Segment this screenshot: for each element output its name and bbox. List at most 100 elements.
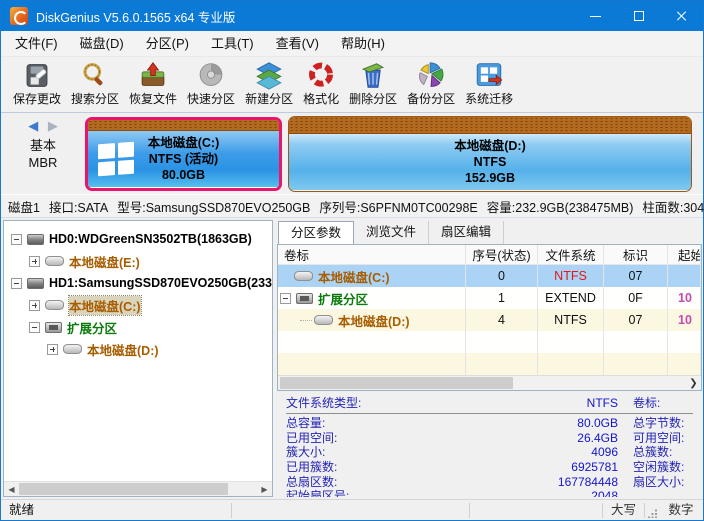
next-disk-arrow-icon[interactable]: ▶ bbox=[48, 118, 58, 133]
disk-serial: 序列号:S6PFNM0TC00298E bbox=[319, 197, 477, 216]
cell-filesystem: NTFS bbox=[538, 309, 604, 331]
maximize-icon bbox=[634, 11, 644, 21]
tree-item-label: 本地磁盘(E:) bbox=[69, 252, 140, 271]
disk-number: 磁盘1 bbox=[8, 197, 40, 216]
column-header-filesystem[interactable]: 文件系统 bbox=[538, 245, 604, 264]
partition-name: 本地磁盘(D:) bbox=[289, 138, 691, 154]
menu-help[interactable]: 帮助(H) bbox=[330, 31, 396, 56]
toolbar-button-label: 格式化 bbox=[303, 90, 339, 107]
detail-label: 簇大小: bbox=[286, 445, 325, 460]
column-header-volume[interactable]: 卷标 bbox=[278, 245, 466, 264]
toolbar-button-label: 恢复文件 bbox=[129, 90, 177, 107]
table-horizontal-scrollbar[interactable]: ❯ bbox=[278, 375, 701, 390]
partition-type-bar bbox=[289, 117, 691, 134]
disk-map-nav: ◀ ▶ 基本 MBR bbox=[1, 113, 85, 194]
tree-item-extended-partition[interactable]: 扩展分区 bbox=[4, 316, 272, 338]
collapse-icon[interactable] bbox=[11, 278, 22, 289]
partition-block-d[interactable]: 本地磁盘(D:) NTFS 152.9GB bbox=[288, 116, 692, 192]
cell-filesystem: NTFS bbox=[538, 265, 604, 287]
toolbar-button-quick-partition[interactable]: 快速分区 bbox=[182, 61, 240, 107]
title-bar: DiskGenius V5.6.0.1565 x64 专业版 bbox=[1, 1, 703, 31]
partition-table: 卷标 序号(状态) 文件系统 标识 起始柱面 本地磁盘(C:) 0 NTFS 0… bbox=[277, 244, 702, 391]
table-row-empty bbox=[278, 331, 701, 353]
volume-icon bbox=[45, 300, 64, 310]
disk-map: ◀ ▶ 基本 MBR 本地磁盘(C:) NTFS (活动) 80.0GB 本地磁… bbox=[1, 113, 703, 194]
detail-right-label: 卷标: bbox=[633, 396, 660, 412]
toolbar-button-label: 快速分区 bbox=[187, 90, 235, 107]
volume-icon bbox=[314, 315, 333, 325]
cell-volume: 本地磁盘(C:) bbox=[318, 267, 390, 286]
collapse-icon[interactable] bbox=[29, 322, 40, 333]
detail-label: 总扇区数: bbox=[286, 475, 337, 490]
toolbar-button-backup-partition[interactable]: 备份分区 bbox=[402, 61, 460, 107]
menu-tools[interactable]: 工具(T) bbox=[200, 31, 265, 56]
disk-info-bar: 磁盘1 接口:SATA 型号:SamsungSSD870EVO250GB 序列号… bbox=[1, 194, 703, 218]
column-header-start-cylinder[interactable]: 起始柱面 bbox=[668, 245, 701, 264]
hard-disk-icon bbox=[27, 234, 44, 245]
tree-item-hd0[interactable]: HD0:WDGreenSN3502TB(1863GB) bbox=[4, 228, 272, 250]
menu-disk[interactable]: 磁盘(D) bbox=[69, 31, 135, 56]
table-row-volume-d[interactable]: 本地磁盘(D:) 4 NTFS 07 10 bbox=[278, 309, 701, 331]
toolbar-button-new-partition[interactable]: 新建分区 bbox=[240, 61, 298, 107]
toolbar-button-delete-partition[interactable]: 删除分区 bbox=[344, 61, 402, 107]
toolbar-button-label: 备份分区 bbox=[407, 90, 455, 107]
disk-interface: 接口:SATA bbox=[49, 197, 108, 216]
tree-item-hd1[interactable]: HD1:SamsungSSD870EVO250GB(233GB) bbox=[4, 272, 272, 294]
tree-item-volume-e[interactable]: 本地磁盘(E:) bbox=[4, 250, 272, 272]
partition-block-c[interactable]: 本地磁盘(C:) NTFS (活动) 80.0GB bbox=[85, 117, 282, 191]
cell-volume: 本地磁盘(D:) bbox=[338, 311, 410, 330]
toolbar-button-system-migration[interactable]: 系统迁移 bbox=[460, 61, 518, 107]
toolbar-button-search-partition[interactable]: 搜索分区 bbox=[66, 61, 124, 107]
scroll-left-icon[interactable]: ◀ bbox=[4, 485, 19, 494]
scrollbar-thumb[interactable] bbox=[19, 483, 228, 495]
cell-volume: 扩展分区 bbox=[318, 289, 368, 308]
scroll-right-icon[interactable]: ▶ bbox=[257, 485, 272, 494]
window-title: DiskGenius V5.6.0.1565 x64 专业版 bbox=[36, 7, 574, 26]
quick-partition-icon bbox=[196, 61, 226, 90]
prev-disk-arrow-icon[interactable]: ◀ bbox=[28, 118, 38, 133]
table-row-extended-partition[interactable]: 扩展分区 1 EXTEND 0F 10 bbox=[278, 287, 701, 309]
expand-icon[interactable] bbox=[47, 344, 58, 355]
tree-item-volume-d[interactable]: 本地磁盘(D:) bbox=[4, 338, 272, 360]
expand-icon[interactable] bbox=[29, 256, 40, 267]
close-button[interactable] bbox=[660, 1, 703, 31]
collapse-icon[interactable] bbox=[11, 234, 22, 245]
detail-label: 已用簇数: bbox=[286, 460, 337, 475]
volume-icon bbox=[294, 271, 313, 281]
menu-partition[interactable]: 分区(P) bbox=[135, 31, 200, 56]
detail-right-label: 扇区大小: bbox=[633, 475, 684, 490]
expand-icon[interactable] bbox=[29, 300, 40, 311]
tab-browse-files[interactable]: 浏览文件 bbox=[354, 221, 429, 244]
detail-right-label: 空闲簇数: bbox=[633, 460, 684, 475]
maximize-button[interactable] bbox=[617, 1, 660, 31]
menu-view[interactable]: 查看(V) bbox=[265, 31, 330, 56]
menu-file[interactable]: 文件(F) bbox=[4, 31, 69, 56]
tree-item-volume-c[interactable]: 本地磁盘(C:) bbox=[4, 294, 272, 316]
toolbar-button-format[interactable]: 格式化 bbox=[298, 61, 344, 107]
scrollbar-thumb[interactable] bbox=[280, 377, 513, 389]
tree-item-label: HD0:WDGreenSN3502TB(1863GB) bbox=[49, 232, 252, 246]
delete-partition-icon bbox=[358, 61, 388, 90]
detail-right-label: 总字节数: bbox=[633, 416, 684, 431]
tree-horizontal-scrollbar[interactable]: ◀ ▶ bbox=[4, 481, 272, 496]
column-header-index-status[interactable]: 序号(状态) bbox=[466, 245, 538, 264]
tree-item-label: HD1:SamsungSSD870EVO250GB(233GB) bbox=[49, 276, 272, 290]
detail-value: 6925781 bbox=[571, 460, 618, 475]
volume-icon bbox=[63, 344, 82, 354]
tab-partition-parameters[interactable]: 分区参数 bbox=[278, 221, 354, 244]
new-partition-icon bbox=[254, 61, 284, 90]
table-row-volume-c[interactable]: 本地磁盘(C:) 0 NTFS 07 bbox=[278, 265, 701, 287]
collapse-icon[interactable] bbox=[280, 293, 291, 304]
cell-index: 1 bbox=[466, 287, 538, 309]
scroll-right-icon[interactable]: ❯ bbox=[686, 378, 701, 389]
toolbar-button-label: 删除分区 bbox=[349, 90, 397, 107]
tab-sector-edit[interactable]: 扇区编辑 bbox=[429, 221, 504, 244]
disk-model: 型号:SamsungSSD870EVO250GB bbox=[117, 197, 310, 216]
extended-partition-icon bbox=[296, 293, 313, 304]
toolbar-button-save-changes[interactable]: 保存更改 bbox=[8, 61, 66, 107]
resize-grip[interactable] bbox=[645, 506, 659, 520]
minimize-button[interactable] bbox=[574, 1, 617, 31]
toolbar-button-recover-files[interactable]: 恢复文件 bbox=[124, 61, 182, 107]
column-header-identifier[interactable]: 标识 bbox=[604, 245, 668, 264]
detail-label: 总容量: bbox=[286, 416, 325, 431]
